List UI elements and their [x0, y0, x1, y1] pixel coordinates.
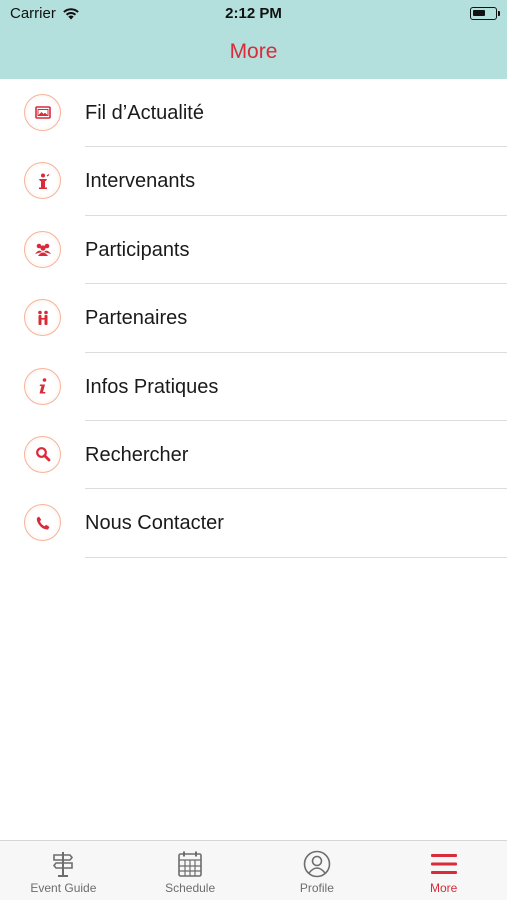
tab-more[interactable]: More [380, 841, 507, 900]
phone-icon [24, 504, 61, 542]
tab-label: Schedule [165, 881, 216, 895]
partners-handshake-icon [24, 299, 61, 337]
menu-item-label: Rechercher [85, 443, 189, 466]
menu-item-search[interactable]: Rechercher [0, 421, 507, 490]
signpost-icon [50, 849, 76, 879]
search-icon [24, 435, 61, 473]
page-title: More [229, 40, 278, 63]
news-feed-icon [24, 94, 61, 131]
menu-item-label: Participants [85, 238, 190, 261]
more-menu-list: Fil d’Actualité Intervenants Participant… [0, 79, 507, 558]
menu-item-participants[interactable]: Participants [0, 216, 507, 285]
menu-item-label: Intervenants [85, 170, 196, 193]
calendar-icon [177, 849, 203, 879]
menu-item-speakers[interactable]: Intervenants [0, 147, 507, 216]
menu-item-partners[interactable]: Partenaires [0, 284, 507, 353]
more-screen: Carrier 2:12 PM More Fil d’Actualité Int… [0, 0, 507, 900]
menu-item-label: Infos Pratiques [85, 375, 219, 398]
speaker-podium-icon [24, 162, 61, 200]
menu-icon [430, 849, 458, 879]
menu-item-contact[interactable]: Nous Contacter [0, 489, 507, 558]
battery-icon [470, 7, 500, 20]
menu-item-news-feed[interactable]: Fil d’Actualité [0, 79, 507, 148]
info-icon [24, 367, 61, 405]
tab-profile[interactable]: Profile [254, 841, 381, 900]
tab-label: Event Guide [30, 881, 97, 895]
status-time: 2:12 PM [225, 5, 282, 22]
menu-item-label: Nous Contacter [85, 512, 224, 535]
status-bar: Carrier 2:12 PM [0, 0, 507, 28]
tab-label: More [429, 881, 458, 895]
tab-schedule[interactable]: Schedule [127, 841, 254, 900]
people-group-icon [24, 230, 61, 268]
profile-icon [303, 849, 331, 879]
navigation-header: Carrier 2:12 PM More [0, 0, 507, 79]
divider [85, 556, 507, 558]
tab-event-guide[interactable]: Event Guide [0, 841, 127, 900]
tab-label: Profile [299, 881, 334, 895]
menu-item-label: Partenaires [85, 307, 188, 330]
menu-item-label: Fil d’Actualité [85, 102, 204, 124]
tab-bar: Event Guide Schedule Profile More [0, 840, 507, 900]
menu-item-practical-info[interactable]: Infos Pratiques [0, 353, 507, 421]
